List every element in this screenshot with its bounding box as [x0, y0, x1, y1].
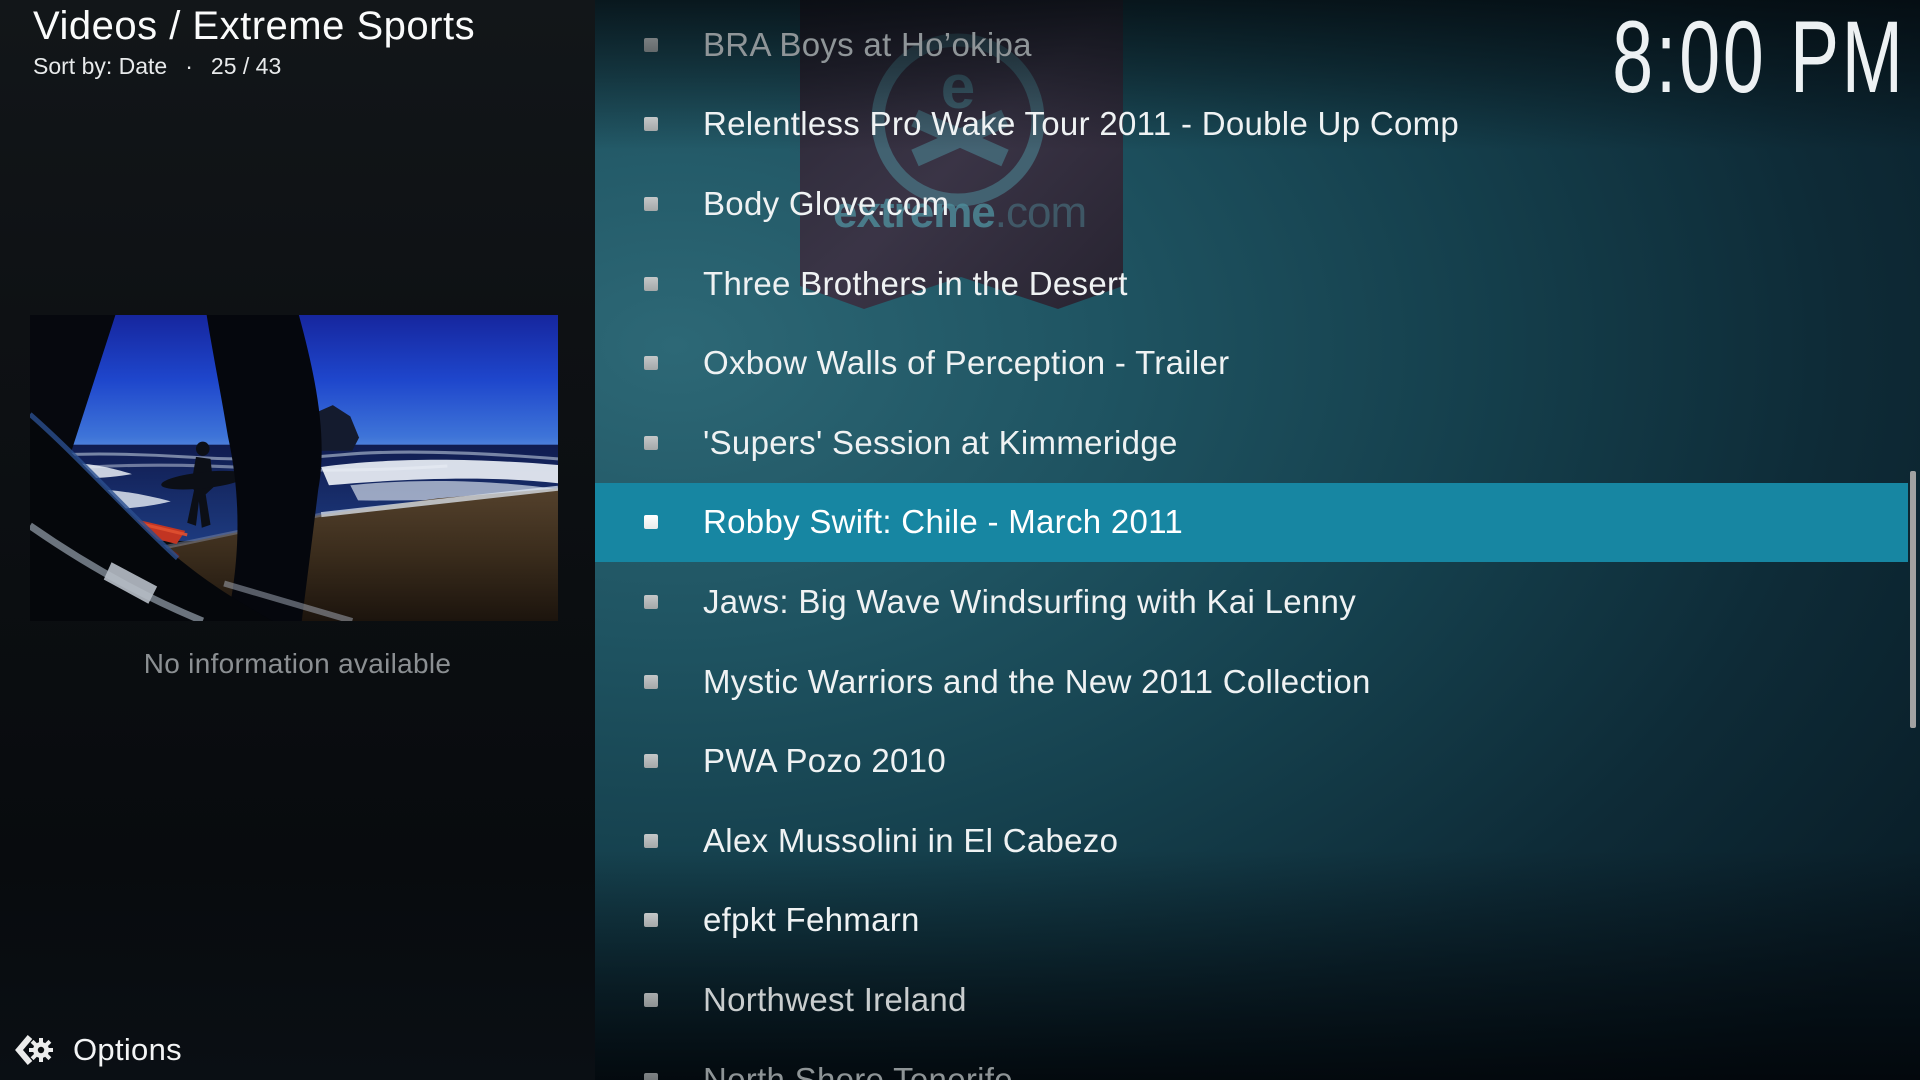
list-item-label: Oxbow Walls of Perception - Trailer — [703, 344, 1229, 382]
list-bullet-icon — [644, 38, 658, 52]
list-item[interactable]: Oxbow Walls of Perception - Trailer — [595, 323, 1920, 403]
video-list: BRA Boys at Ho’okipa Relentless Pro Wake … — [595, 5, 1920, 1080]
video-list-panel: e extreme.com BRA Boys at Ho’okipaRelent… — [595, 0, 1920, 1080]
list-item-label: Alex Mussolini in El Cabezo — [703, 822, 1118, 860]
list-item-label: Three Brothers in the Desert — [703, 265, 1128, 303]
list-bullet-icon — [644, 356, 658, 370]
list-item[interactable]: Body Glove.com — [595, 164, 1920, 244]
list-item-label: Robby Swift: Chile - March 2011 — [703, 503, 1183, 541]
list-item[interactable]: North Shore Tenerife — [595, 1040, 1920, 1080]
list-item[interactable]: Three Brothers in the Desert — [595, 244, 1920, 324]
options-label: Options — [73, 1032, 182, 1068]
list-bullet-icon — [644, 754, 658, 768]
list-item-label: Relentless Pro Wake Tour 2011 - Double U… — [703, 105, 1459, 143]
list-bullet-icon — [644, 913, 658, 927]
list-item-label: 'Supers' Session at Kimmeridge — [703, 424, 1178, 462]
video-thumbnail — [30, 315, 558, 621]
list-item[interactable]: efpkt Fehmarn — [595, 881, 1920, 961]
list-item[interactable]: Mystic Warriors and the New 2011 Collect… — [595, 642, 1920, 722]
options-button[interactable]: Options — [12, 1028, 182, 1072]
list-item[interactable]: Jaws: Big Wave Windsurfing with Kai Lenn… — [595, 562, 1920, 642]
sort-by-label: Sort by: Date — [33, 53, 167, 80]
list-item-label: North Shore Tenerife — [703, 1061, 1013, 1080]
list-bullet-icon — [644, 595, 658, 609]
list-item-label: Mystic Warriors and the New 2011 Collect… — [703, 663, 1371, 701]
list-item-selected[interactable]: Robby Swift: Chile - March 2011 — [595, 483, 1908, 563]
list-item[interactable]: PWA Pozo 2010 — [595, 721, 1920, 801]
sidebar: Videos / Extreme Sports Sort by: Date · … — [0, 0, 595, 1080]
list-item-label: efpkt Fehmarn — [703, 901, 920, 939]
header: Videos / Extreme Sports Sort by: Date · … — [33, 2, 475, 80]
list-bullet-icon — [644, 993, 658, 1007]
list-item[interactable]: Northwest Ireland — [595, 960, 1920, 1040]
no-information-text: No information available — [0, 648, 595, 680]
list-item-label: PWA Pozo 2010 — [703, 742, 946, 780]
thumbnail-art — [30, 315, 558, 621]
list-bullet-icon — [644, 515, 658, 529]
item-position: 25 / 43 — [211, 53, 281, 80]
clock: 8:00 PM — [1612, 6, 1906, 108]
sort-status: Sort by: Date · 25 / 43 — [33, 53, 281, 80]
list-bullet-icon — [644, 197, 658, 211]
list-bullet-icon — [644, 277, 658, 291]
list-bullet-icon — [644, 675, 658, 689]
separator-dot: · — [185, 53, 193, 80]
list-bullet-icon — [644, 1073, 658, 1080]
scrollbar-thumb[interactable] — [1910, 471, 1916, 728]
list-item[interactable]: Alex Mussolini in El Cabezo — [595, 801, 1920, 881]
list-item-label: BRA Boys at Ho’okipa — [703, 26, 1032, 64]
page-title: Videos / Extreme Sports — [33, 2, 475, 50]
list-bullet-icon — [644, 834, 658, 848]
list-item[interactable]: 'Supers' Session at Kimmeridge — [595, 403, 1920, 483]
list-item-label: Northwest Ireland — [703, 981, 967, 1019]
options-gear-icon — [12, 1028, 56, 1072]
list-item-label: Jaws: Big Wave Windsurfing with Kai Lenn… — [703, 583, 1356, 621]
list-item-label: Body Glove.com — [703, 185, 949, 223]
list-bullet-icon — [644, 117, 658, 131]
list-bullet-icon — [644, 436, 658, 450]
